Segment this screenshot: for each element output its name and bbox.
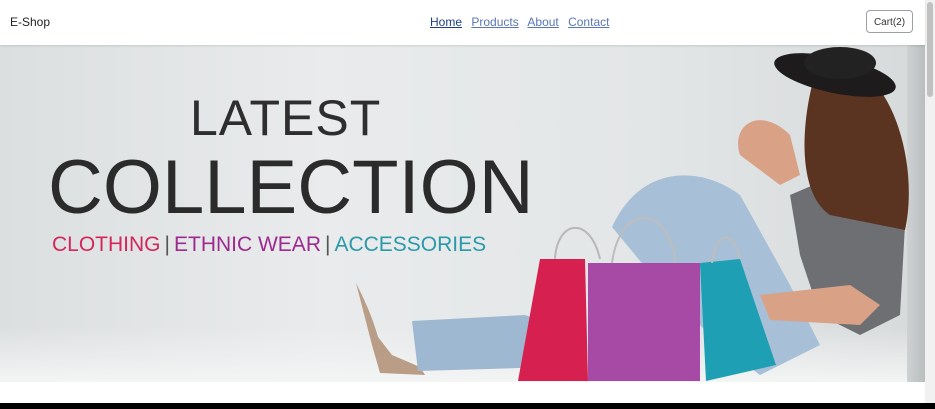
page-scrollbar[interactable] <box>925 0 935 409</box>
scrollbar-thumb[interactable] <box>927 2 933 97</box>
bag-handle-pink <box>554 226 601 260</box>
hero-banner[interactable]: LATEST COLLECTION CLOTHING | ETHNIC WEAR | A… <box>0 45 925 382</box>
bag-purple <box>588 263 700 381</box>
nav-link-about[interactable]: About <box>527 15 558 29</box>
nav-link-products[interactable]: Products <box>471 15 518 29</box>
top-navbar: E-Shop Home Products About Contact Cart(… <box>0 0 925 45</box>
brand-logo[interactable]: E-Shop <box>10 15 50 29</box>
hat-crown-shape <box>804 47 876 79</box>
arm-shape <box>738 120 800 185</box>
nav-links: Home Products About Contact <box>430 15 615 29</box>
nav-link-contact[interactable]: Contact <box>568 15 609 29</box>
nav-link-home[interactable]: Home <box>430 15 462 29</box>
bottom-edge-bar <box>0 403 935 409</box>
cart-button[interactable]: Cart(2) <box>866 10 913 33</box>
hero-model-image <box>356 47 909 381</box>
